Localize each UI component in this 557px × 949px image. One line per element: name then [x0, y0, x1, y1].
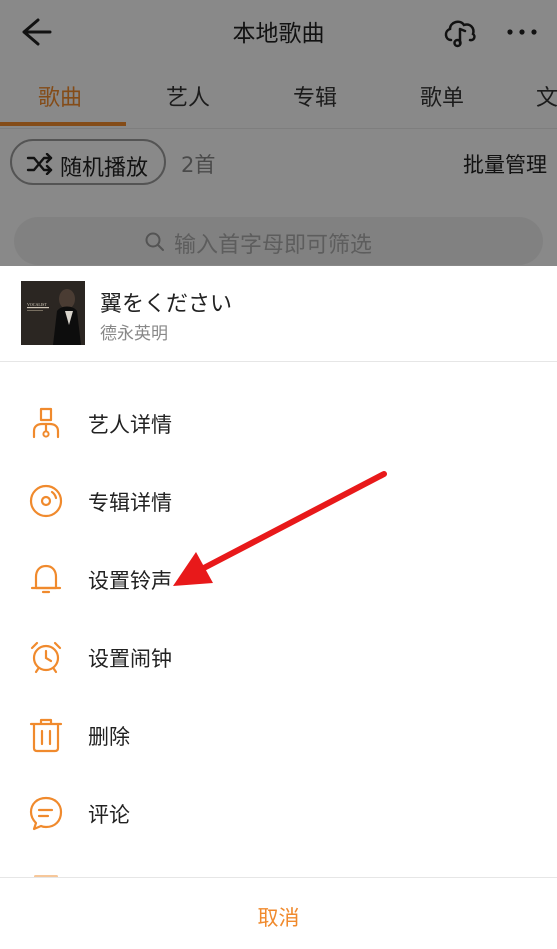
- cover-text: VOCALIST: [27, 302, 47, 307]
- divider: [0, 361, 557, 362]
- album-cover: VOCALIST: [21, 281, 85, 345]
- menu-label: 评论: [88, 803, 130, 827]
- cancel-button[interactable]: 取消: [0, 878, 557, 949]
- modal-overlay[interactable]: [0, 0, 557, 266]
- bell-icon: [26, 559, 66, 599]
- cancel-label: 取消: [257, 906, 300, 930]
- trash-icon: [26, 715, 66, 755]
- song-title: 翼をください: [100, 292, 233, 317]
- comment-icon: [26, 793, 66, 833]
- song-info: VOCALIST 翼をください 德永英明: [0, 266, 557, 361]
- menu-item-comment[interactable]: 评论: [0, 774, 557, 852]
- menu-label: 删除: [88, 725, 130, 749]
- alarm-clock-icon: [26, 637, 66, 677]
- album-disc-icon: [26, 481, 66, 521]
- menu-label: 专辑详情: [88, 491, 172, 515]
- menu-item-delete[interactable]: 删除: [0, 696, 557, 774]
- song-artist: 德永英明: [100, 324, 168, 344]
- artist-icon: [26, 403, 66, 443]
- menu-label: 设置铃声: [88, 569, 172, 593]
- menu-item-artist-details[interactable]: 艺人详情: [0, 384, 557, 462]
- menu-item-album-details[interactable]: 专辑详情: [0, 462, 557, 540]
- menu-label: 艺人详情: [88, 413, 172, 437]
- menu-label: 设置闹钟: [88, 647, 172, 671]
- menu-item-set-alarm[interactable]: 设置闹钟: [0, 618, 557, 696]
- menu-item-set-ringtone[interactable]: 设置铃声: [0, 540, 557, 618]
- song-action-sheet: VOCALIST 翼をください 德永英明 艺人详情 专辑详情 设置铃声 设置闹钟…: [0, 266, 557, 949]
